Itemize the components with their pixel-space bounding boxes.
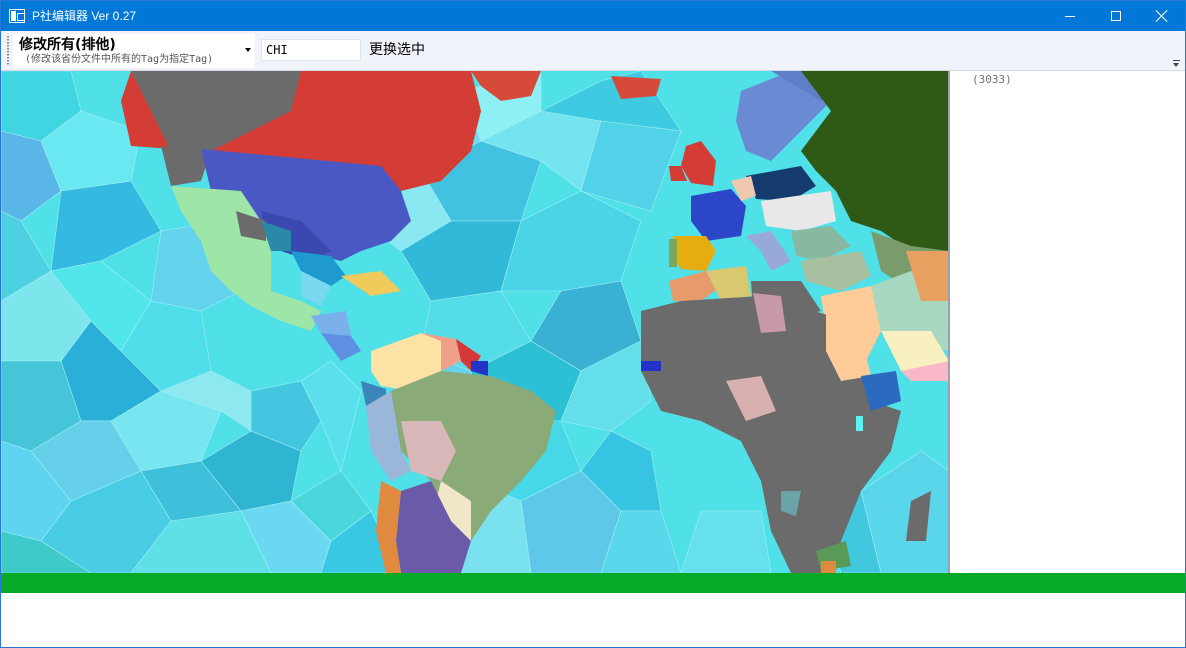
editor-window: P社编辑器 Ver 0.27 修改所有(排他) (修改该省份文件中所有的Tag为… bbox=[0, 0, 1186, 648]
province-count: (3033) bbox=[972, 73, 1012, 86]
title-bar[interactable]: P社编辑器 Ver 0.27 bbox=[1, 1, 1185, 31]
close-icon bbox=[1156, 10, 1168, 22]
mode-dropdown-label: 修改所有(排他) bbox=[19, 37, 116, 53]
mode-dropdown[interactable]: 修改所有(排他) (修改该省份文件中所有的Tag为指定Tag) bbox=[13, 34, 255, 68]
app-window-icon bbox=[9, 9, 25, 23]
status-bar bbox=[1, 573, 1185, 593]
toolbar-grip-handle[interactable] bbox=[7, 36, 9, 66]
province-map-canvas[interactable] bbox=[1, 71, 949, 573]
chevron-down-icon[interactable] bbox=[245, 48, 251, 52]
replace-selected-button[interactable]: 更换选中 bbox=[367, 39, 427, 61]
maximize-button[interactable] bbox=[1093, 1, 1139, 31]
minimize-button[interactable] bbox=[1047, 1, 1093, 31]
toolbar: 修改所有(排他) (修改该省份文件中所有的Tag为指定Tag) 更换选中 bbox=[1, 31, 1185, 71]
close-button[interactable] bbox=[1139, 1, 1185, 31]
mode-dropdown-description: (修改该省份文件中所有的Tag为指定Tag) bbox=[25, 54, 214, 65]
province-list-panel[interactable]: (3033) bbox=[949, 71, 1185, 573]
maximize-icon bbox=[1111, 11, 1121, 21]
window-title: P社编辑器 Ver 0.27 bbox=[32, 9, 137, 23]
tag-input[interactable] bbox=[261, 39, 361, 61]
minimize-icon bbox=[1065, 15, 1075, 17]
france-region bbox=[691, 189, 746, 241]
province-map[interactable] bbox=[1, 71, 949, 573]
spain-region bbox=[673, 236, 716, 271]
toolbar-overflow-icon[interactable] bbox=[1173, 60, 1181, 68]
